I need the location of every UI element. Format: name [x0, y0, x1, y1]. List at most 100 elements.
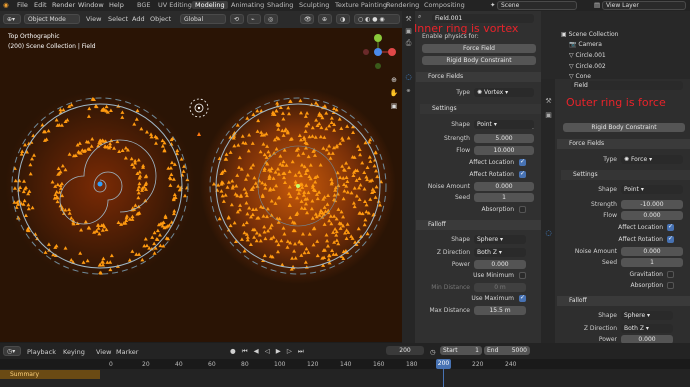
menu-file[interactable]: File: [17, 1, 28, 9]
power-field[interactable]: 0.000: [474, 260, 526, 269]
use-minimum-checkbox[interactable]: [519, 272, 526, 279]
force-fields-panel-header-right[interactable]: Force Fields: [557, 139, 690, 149]
falloff-panel-header[interactable]: Falloff: [416, 220, 541, 230]
end-frame-field[interactable]: End 5000: [484, 346, 530, 355]
z-direction-dropdown[interactable]: Both Z ▾: [474, 248, 526, 257]
view-layer-selector[interactable]: View Layer: [602, 1, 686, 10]
playhead[interactable]: 200: [436, 359, 451, 369]
type-dropdown-right[interactable]: ✺ Force ▾: [621, 155, 683, 164]
current-frame-field[interactable]: 200: [386, 346, 424, 355]
z-direction-dropdown-right[interactable]: Both Z ▾: [621, 324, 673, 333]
affect-location-checkbox[interactable]: [519, 158, 526, 166]
flow-label: Flow: [456, 147, 470, 154]
menu-keying[interactable]: Keying: [63, 348, 85, 356]
render-icon[interactable]: ▣: [404, 27, 413, 36]
menu-render[interactable]: Render: [52, 1, 75, 9]
outliner-item-circle-002[interactable]: ▽ Circle.002: [569, 63, 606, 70]
outliner-title-text: Scene Collection: [568, 31, 619, 38]
falloff-panel-header-right[interactable]: Falloff: [557, 296, 690, 306]
output-icon[interactable]: ⎙: [404, 39, 413, 48]
max-distance-field[interactable]: 15.5 m: [474, 306, 526, 315]
menu-playback[interactable]: Playback: [27, 348, 56, 356]
absorption-checkbox[interactable]: [519, 206, 526, 213]
type-dropdown[interactable]: ✺ Vortex ▾: [474, 88, 534, 97]
force-field-button[interactable]: Force Field: [422, 44, 536, 53]
tab-compositing[interactable]: Compositing: [421, 1, 468, 9]
use-maximum-checkbox[interactable]: [519, 294, 526, 302]
affect-location-checkbox-right[interactable]: [667, 223, 674, 231]
min-distance-field[interactable]: 0 m: [474, 283, 526, 292]
start-frame-field[interactable]: Start 1: [440, 346, 482, 355]
absorption-checkbox-right[interactable]: [667, 282, 674, 289]
strength-field[interactable]: 5.000: [474, 134, 534, 143]
menu-view[interactable]: View: [86, 15, 101, 23]
tab-rendering[interactable]: Rendering: [383, 1, 422, 9]
tab-animating[interactable]: Animating: [228, 1, 267, 9]
object-name-field-right[interactable]: Field: [571, 81, 683, 90]
keyframe-dot-icon[interactable]: ·: [532, 126, 534, 133]
force-fields-panel-header[interactable]: Force Fields: [416, 72, 541, 82]
falloff-shape-dropdown-right[interactable]: Sphere ▾: [621, 311, 673, 320]
object-constraint-icon[interactable]: ⚭: [404, 87, 413, 96]
noise-amount-label: Noise Amount: [427, 183, 470, 190]
affect-rotation-checkbox[interactable]: [519, 170, 526, 178]
playback-controls[interactable]: ● ⏮ ◀ ◁ ▶ ▷ ⏭: [230, 347, 306, 356]
noise-amount-field[interactable]: 0.000: [474, 182, 534, 191]
tab-texture-painting[interactable]: Texture Painting: [332, 1, 390, 9]
pivot-icon[interactable]: ⟲: [230, 14, 244, 24]
strength-field-right[interactable]: -10.000: [621, 200, 683, 209]
physics-tab-icon[interactable]: ◌: [404, 73, 413, 82]
search-icon[interactable]: ⌕: [418, 13, 421, 21]
rigid-body-constraint-button-right[interactable]: Rigid Body Constraint: [563, 123, 685, 132]
seed-field[interactable]: 1: [474, 193, 534, 202]
affect-rotation-checkbox-right[interactable]: [667, 235, 674, 243]
settings-panel-header-right[interactable]: Settings: [561, 170, 690, 180]
menu-select[interactable]: Select: [108, 15, 128, 23]
outliner-item-circle-001[interactable]: ▽ Circle.001: [569, 52, 606, 59]
menu-add[interactable]: Add: [132, 15, 145, 23]
rigid-body-constraint-button[interactable]: Rigid Body Constraint: [422, 56, 536, 65]
gravitation-checkbox-right[interactable]: [667, 271, 674, 278]
menu-window[interactable]: Window: [78, 1, 104, 9]
menu-help[interactable]: Help: [109, 1, 124, 9]
menu-timeline-view[interactable]: View: [96, 348, 111, 356]
tab-sculpting[interactable]: Sculpting: [296, 1, 332, 9]
menu-marker[interactable]: Marker: [116, 348, 138, 356]
tab-modeling[interactable]: Modeling: [192, 1, 228, 9]
settings-panel-header[interactable]: Settings: [420, 104, 541, 114]
mode-selector[interactable]: Object Mode: [24, 14, 80, 24]
flow-field-right[interactable]: 0.000: [621, 211, 683, 220]
gizmo-icon[interactable]: ⊕: [318, 14, 332, 24]
blender-logo-icon[interactable]: ◉: [3, 1, 9, 9]
camera-view-icon[interactable]: ▣: [389, 102, 399, 112]
outliner-item-camera[interactable]: 📷 Camera: [569, 41, 602, 48]
proportional-icon[interactable]: ◎: [264, 14, 278, 24]
snap-icon[interactable]: ⌁: [247, 14, 261, 24]
zoom-icon[interactable]: ⊕: [389, 76, 399, 86]
tab-uv-editing[interactable]: UV Editing: [155, 1, 195, 9]
overlay-icon[interactable]: ◑: [336, 14, 350, 24]
flow-field[interactable]: 10.000: [474, 146, 534, 155]
timeline-editor-icon[interactable]: ◷▾: [3, 346, 21, 356]
menu-edit[interactable]: Edit: [34, 1, 47, 9]
tool-icon[interactable]: ⚒: [404, 15, 413, 24]
physics-tab-icon-right[interactable]: ◌: [544, 229, 553, 238]
tab-bge[interactable]: BGE: [134, 1, 154, 9]
falloff-shape-dropdown[interactable]: Sphere ▾: [474, 235, 526, 244]
scene-selector[interactable]: Scene: [497, 1, 577, 10]
visibility-icon[interactable]: 👁: [300, 14, 314, 24]
tool-icon-right[interactable]: ⚒: [544, 97, 553, 106]
summary-channel[interactable]: Summary: [0, 370, 100, 379]
tab-shading[interactable]: Shading: [264, 1, 296, 9]
editor-type-icon[interactable]: ⊕▾: [3, 14, 21, 24]
transform-orientation[interactable]: Global: [180, 14, 226, 24]
pan-icon[interactable]: ✋: [389, 89, 399, 99]
seed-field-right[interactable]: 1: [621, 258, 683, 267]
3d-viewport[interactable]: Top Orthographic (200) Scene Collection …: [0, 28, 402, 342]
shape-dropdown[interactable]: Point ▾: [474, 120, 534, 129]
menu-object[interactable]: Object: [150, 15, 171, 23]
shading-modes[interactable]: ○ ◐ ● ◉: [354, 14, 400, 24]
shape-dropdown-right[interactable]: Point ▾: [621, 185, 683, 194]
noise-amount-field-right[interactable]: 0.000: [621, 247, 683, 256]
render-icon-right[interactable]: ▣: [544, 111, 553, 120]
